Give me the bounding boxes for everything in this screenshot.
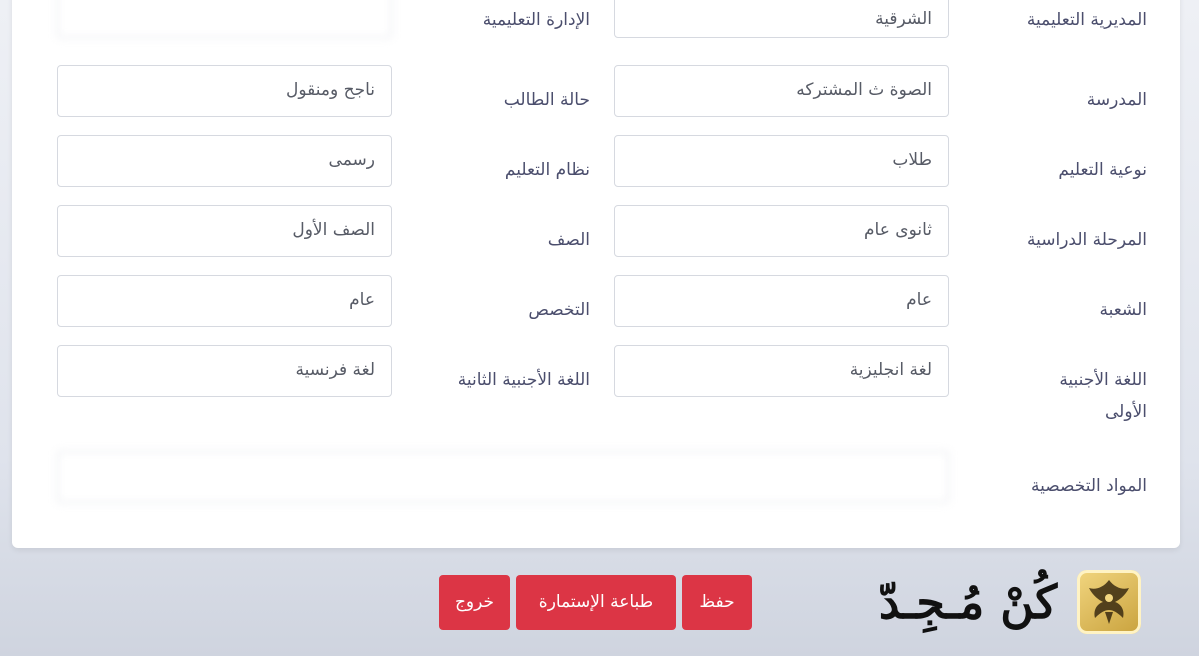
field-stage[interactable]: ثانوى عام — [614, 205, 949, 257]
field-education-type[interactable]: طلاب — [614, 135, 949, 187]
field-student-status[interactable]: ناجح ومنقول — [57, 65, 392, 117]
phoenix-icon — [1077, 570, 1141, 634]
brand-logo: كُنْ مُـجِـدّ — [855, 568, 1145, 640]
field-education-system[interactable]: رسمى — [57, 135, 392, 187]
exit-button[interactable]: خروج — [439, 575, 510, 630]
label-specialized-subjects: المواد التخصصية — [1031, 476, 1147, 496]
label-directorate: المديرية التعليمية — [1026, 10, 1147, 30]
field-specialization[interactable]: عام — [57, 275, 392, 327]
label-grade: الصف — [547, 230, 590, 250]
field-school[interactable]: الصوة ث المشتركه — [614, 65, 949, 117]
label-education-type: نوعية التعليم — [1058, 160, 1147, 180]
print-form-button[interactable]: طباعة الإستمارة — [516, 575, 676, 630]
field-division[interactable]: عام — [614, 275, 949, 327]
label-student-status: حالة الطالب — [503, 90, 590, 110]
label-administration: الإدارة التعليمية — [482, 10, 590, 30]
field-second-language[interactable]: لغة فرنسية — [57, 345, 392, 397]
save-button[interactable]: حفظ — [682, 575, 752, 630]
label-education-system: نظام التعليم — [504, 160, 590, 180]
field-administration[interactable] — [57, 0, 392, 38]
field-directorate[interactable]: الشرقية — [614, 0, 949, 38]
field-specialized-subjects[interactable] — [57, 451, 949, 503]
label-stage: المرحلة الدراسية — [1026, 230, 1147, 250]
label-first-language: اللغة الأجنبية الأولى — [1059, 370, 1147, 422]
label-school: المدرسة — [1086, 90, 1147, 110]
brand-logo-text: كُنْ مُـجِـدّ — [878, 575, 1058, 629]
field-grade[interactable]: الصف الأول — [57, 205, 392, 257]
label-division: الشعبة — [1099, 300, 1147, 320]
label-specialization: التخصص — [528, 300, 590, 320]
label-second-language: اللغة الأجنبية الثانية — [457, 370, 590, 390]
student-info-card: المديرية التعليمية الشرقية الإدارة التعل… — [12, 0, 1180, 548]
field-first-language[interactable]: لغة انجليزية — [614, 345, 949, 397]
